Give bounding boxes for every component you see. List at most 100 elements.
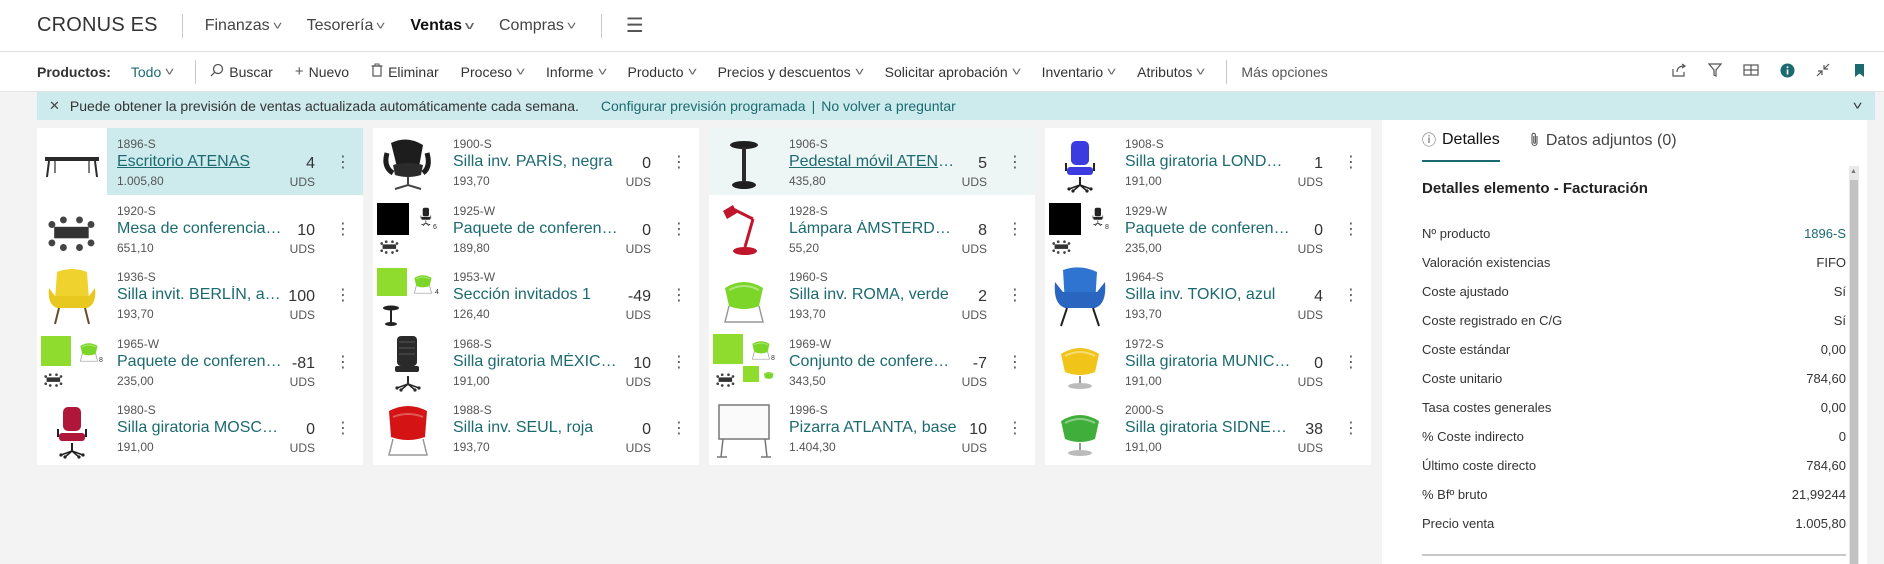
more-vertical-icon[interactable]: ⋮: [335, 288, 351, 304]
product-name[interactable]: Silla inv. SEUL, roja: [453, 419, 621, 437]
product-name[interactable]: Pedestal móvil ATENAS: [789, 153, 957, 171]
detail-value[interactable]: 1896-S: [1804, 226, 1846, 255]
process-menu[interactable]: Proceso ˅: [461, 64, 526, 80]
more-vertical-icon[interactable]: ⋮: [335, 354, 351, 371]
more-vertical-icon[interactable]: ⋮: [335, 155, 351, 171]
plus-icon: +: [294, 63, 304, 80]
attributes-menu[interactable]: Atributos ˅: [1137, 64, 1206, 80]
product-name[interactable]: Silla inv. ROMA, verde: [789, 286, 957, 304]
more-vertical-icon[interactable]: ⋮: [1007, 288, 1023, 304]
product-tile[interactable]: 1964-S Silla inv. TOKIO, azul 193,70 4 UDS ⋮: [1045, 261, 1371, 332]
detail-label: Último coste directo: [1422, 458, 1537, 473]
product-name[interactable]: Lámpara ÁMSTERDAM: [789, 220, 957, 238]
product-tile[interactable]: 1936-S Silla invit. BERLÍN, amarilla 193,7…: [37, 261, 363, 332]
product-tile[interactable]: 1980-S Silla giratoria MOSCÚ, roja 191,00 0…: [37, 394, 363, 465]
product-tile[interactable]: 1968-S Silla giratoria MÉXICO, negra 191,0…: [373, 327, 699, 399]
product-tile[interactable]: 1972-S Silla giratoria MUNICH, amarilla 19…: [1045, 327, 1371, 399]
more-vertical-icon[interactable]: ⋮: [1343, 221, 1359, 238]
info-icon[interactable]: [1778, 63, 1796, 82]
product-tile[interactable]: 1928-S Lámpara ÁMSTERDAM 55,20 8 UDS ⋮: [709, 194, 1035, 266]
search-button[interactable]: Buscar: [210, 63, 273, 81]
product-name[interactable]: Silla giratoria MÉXICO, negra: [453, 353, 621, 371]
tab-details[interactable]: ⓘ Detalles: [1422, 130, 1500, 162]
product-name[interactable]: Silla invit. BERLÍN, amarilla: [117, 286, 285, 304]
product-name[interactable]: Mesa de conferencia AMSTERDAM: [117, 220, 285, 238]
product-tile[interactable]: 1920-S Mesa de conferencia AMSTERDAM 651,1…: [37, 194, 363, 266]
scrollbar-thumb[interactable]: [1850, 180, 1858, 564]
detail-label: Nº producto: [1422, 226, 1491, 241]
bookmark-icon[interactable]: [1850, 63, 1868, 82]
product-name[interactable]: Silla giratoria MOSCÚ, roja: [117, 419, 285, 437]
report-menu[interactable]: Informe ˅: [546, 64, 607, 80]
close-icon[interactable]: ✕: [49, 98, 60, 114]
more-vertical-icon[interactable]: ⋮: [1007, 354, 1023, 371]
scroll-up-icon[interactable]: ▲: [1850, 168, 1857, 175]
nav-tesoreria[interactable]: Tesorería ˅: [307, 17, 386, 35]
configure-forecast-link[interactable]: Configurar previsión programada: [601, 98, 806, 114]
product-name[interactable]: Silla giratoria SIDNEY, verde: [1125, 419, 1293, 437]
more-vertical-icon[interactable]: ⋮: [1007, 155, 1023, 171]
product-name[interactable]: Silla giratoria MUNICH, amarilla: [1125, 353, 1293, 371]
product-tile[interactable]: 8 1969-W Conjunto de conferencia 343,50 -7 UD…: [709, 327, 1035, 399]
more-vertical-icon[interactable]: ⋮: [1007, 221, 1023, 238]
product-name[interactable]: Pizarra ATLANTA, base: [789, 419, 957, 437]
more-vertical-icon[interactable]: ⋮: [671, 421, 687, 437]
product-menu[interactable]: Producto ˅: [628, 64, 697, 80]
delete-button[interactable]: Eliminar: [371, 63, 439, 81]
nav-ventas[interactable]: Ventas ˅: [410, 17, 474, 35]
more-vertical-icon[interactable]: ⋮: [671, 155, 687, 171]
product-name[interactable]: Silla inv. TOKIO, azul: [1125, 286, 1293, 304]
product-tile[interactable]: 1960-S Silla inv. ROMA, verde 193,70 2 UDS ⋮: [709, 261, 1035, 332]
product-name[interactable]: Paquete de conferencia 2-8: [117, 353, 285, 371]
product-tile[interactable]: 2000-S Silla giratoria SIDNEY, verde 191,0…: [1045, 394, 1371, 465]
chevron-down-icon[interactable]: ˅: [1853, 99, 1863, 113]
product-tile[interactable]: 1906-S Pedestal móvil ATENAS 435,80 5 UDS ⋮: [709, 128, 1035, 199]
company-name[interactable]: CRONUS ES: [37, 14, 158, 37]
more-vertical-icon[interactable]: ⋮: [1343, 155, 1359, 171]
product-code: 1925-W: [453, 203, 496, 218]
product-tile[interactable]: 1900-S Silla inv. PARÍS, negra 193,70 0 UDS ⋮: [373, 128, 699, 199]
inventory-menu[interactable]: Inventario ˅: [1042, 64, 1117, 80]
tab-attachments[interactable]: Datos adjuntos (0): [1530, 130, 1677, 162]
hamburger-menu-icon[interactable]: ☰: [626, 13, 644, 38]
product-name[interactable]: Paquete de conferencia 1-8: [1125, 220, 1293, 238]
more-vertical-icon[interactable]: ⋮: [671, 288, 687, 304]
product-name[interactable]: Paquete de conferencia 1-6: [453, 220, 621, 238]
more-vertical-icon[interactable]: ⋮: [335, 221, 351, 238]
product-tile[interactable]: 1988-S Silla inv. SEUL, roja 193,70 0 UDS ⋮: [373, 394, 699, 465]
approval-menu[interactable]: Solicitar aprobación ˅: [885, 64, 1021, 80]
nav-compras[interactable]: Compras ˅: [499, 17, 576, 35]
product-name[interactable]: Escritorio ATENAS: [117, 153, 285, 171]
more-vertical-icon[interactable]: ⋮: [1007, 421, 1023, 437]
more-options-button[interactable]: Más opciones: [1241, 64, 1327, 80]
filter-icon[interactable]: [1706, 63, 1724, 81]
more-vertical-icon[interactable]: ⋮: [1343, 288, 1359, 304]
more-vertical-icon[interactable]: ⋮: [335, 421, 351, 437]
new-button[interactable]: + Nuevo: [295, 63, 349, 80]
product-tile[interactable]: 8 1929-W Paquete de conferencia 1-8 235,00 0…: [1045, 194, 1371, 266]
filter-dropdown[interactable]: Todo ˅: [131, 64, 175, 80]
nav-finanzas[interactable]: Finanzas ˅: [205, 17, 282, 35]
product-name[interactable]: Sección invitados 1: [453, 286, 621, 304]
more-vertical-icon[interactable]: ⋮: [1343, 354, 1359, 371]
product-tile[interactable]: 8 1965-W Paquete de conferencia 2-8 235,00 -…: [37, 327, 363, 399]
share-icon[interactable]: [1670, 63, 1688, 81]
product-name[interactable]: Silla giratoria LONDRES: [1125, 153, 1293, 171]
scrollbar[interactable]: ▲: [1849, 166, 1859, 564]
tile-view-icon[interactable]: [1742, 63, 1760, 81]
tile-info: 1988-S Silla inv. SEUL, roja 193,70 0 UDS ⋮: [443, 394, 699, 465]
tile-info: 2000-S Silla giratoria SIDNEY, verde 191,0…: [1115, 394, 1371, 465]
more-vertical-icon[interactable]: ⋮: [1343, 421, 1359, 437]
product-tile[interactable]: 1908-S Silla giratoria LONDRES 191,00 1 UDS ⋮: [1045, 128, 1371, 199]
product-tile[interactable]: 4 1953-W Sección invitados 1 126,40 -49 UDS ⋮: [373, 261, 699, 332]
product-tile[interactable]: 6 1925-W Paquete de conferencia 1-6 189,80 0…: [373, 194, 699, 266]
more-vertical-icon[interactable]: ⋮: [671, 354, 687, 371]
product-name[interactable]: Conjunto de conferencia: [789, 353, 957, 371]
collapse-icon[interactable]: [1814, 63, 1832, 81]
product-name[interactable]: Silla inv. PARÍS, negra: [453, 153, 621, 171]
more-vertical-icon[interactable]: ⋮: [671, 221, 687, 238]
product-tile[interactable]: 1896-S Escritorio ATENAS 1.005,80 4 UDS ⋮: [37, 128, 363, 199]
dont-ask-again-link[interactable]: No volver a preguntar: [821, 98, 956, 114]
product-tile[interactable]: 1996-S Pizarra ATLANTA, base 1.404,30 10 UDS…: [709, 394, 1035, 465]
prices-menu[interactable]: Precios y descuentos ˅: [718, 64, 864, 80]
